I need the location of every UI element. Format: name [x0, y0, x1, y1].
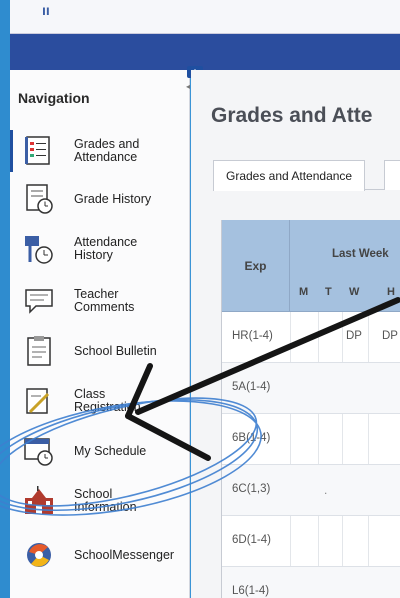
sidebar-item-attendance-history[interactable]: Attendance History — [10, 222, 190, 276]
attendance-history-icon — [22, 232, 56, 266]
column-header-day: T — [325, 286, 332, 298]
schedule-icon — [22, 434, 56, 468]
chevron-left-icon: ◂ — [186, 82, 191, 91]
nav-title: Navigation — [18, 90, 90, 106]
row-exp: 6D(1-4) — [232, 534, 271, 546]
sidebar: Navigation Grades and Attendance Grade H… — [10, 70, 190, 598]
table-row[interactable]: 5A(1-4) — [222, 363, 400, 414]
tab-next[interactable] — [384, 160, 400, 190]
school-icon — [22, 484, 56, 518]
table-row[interactable]: 6C(1,3) . — [222, 465, 400, 516]
table-row[interactable]: 6D(1-4) — [222, 516, 400, 567]
comments-icon — [22, 284, 56, 318]
page-title: Grades and Atte — [211, 104, 373, 127]
column-header-last-week: Last Week — [332, 248, 389, 260]
sidebar-item-label: Grades and Attendance — [74, 137, 140, 164]
top-bar-glyph: ıı — [42, 2, 50, 18]
sidebar-item-schoolmessenger[interactable]: SchoolMessenger — [10, 528, 190, 582]
sidebar-item-label: My Schedule — [74, 443, 147, 458]
row-exp: HR(1-4) — [232, 330, 273, 342]
column-header-day: H — [387, 286, 395, 298]
column-header-day: W — [349, 286, 360, 298]
sidebar-item-school-information[interactable]: School Information — [10, 474, 190, 528]
bulletin-icon — [22, 334, 56, 368]
sidebar-item-class-registration[interactable]: Class Registration — [10, 374, 190, 428]
sidebar-item-label: School Bulletin — [74, 343, 157, 358]
table-header: Exp Last Week M T W H — [222, 220, 400, 312]
row-exp: 6C(1,3) — [232, 483, 271, 495]
attendance-code: DP — [382, 330, 398, 342]
tab-grades-and-attendance[interactable]: Grades and Attendance — [213, 160, 366, 191]
sidebar-item-my-schedule[interactable]: My Schedule — [10, 424, 190, 478]
attendance-code: DP — [346, 330, 362, 342]
table-row[interactable]: L6(1-4) — [222, 567, 400, 598]
sidebar-item-label: Attendance History — [74, 235, 138, 262]
table-row[interactable]: 6B(1-4) — [222, 414, 400, 465]
tab-bar: Grades and Attendance — [213, 160, 400, 191]
attendance-mark: . — [324, 483, 328, 497]
sidebar-item-label: Teacher Comments — [74, 287, 135, 314]
sidebar-item-grade-history[interactable]: Grade History — [10, 172, 190, 226]
sidebar-item-label: Grade History — [74, 191, 152, 206]
row-exp: 5A(1-4) — [232, 381, 271, 393]
registration-icon — [22, 384, 56, 418]
main-content: Grades and Atte Grades and Attendance Ex… — [191, 70, 400, 598]
grades-table: Exp Last Week M T W H HR(1-4) DP DP 5A(1… — [221, 220, 400, 598]
grade-history-icon — [22, 182, 56, 216]
sidebar-item-school-bulletin[interactable]: School Bulletin — [10, 324, 190, 378]
header-bar — [10, 34, 400, 70]
column-header-day: M — [299, 286, 309, 298]
table-row[interactable]: HR(1-4) DP DP — [222, 312, 400, 363]
column-header-exp: Exp — [222, 220, 290, 312]
sidebar-item-label: SchoolMessenger — [74, 547, 175, 562]
row-exp: L6(1-4) — [232, 585, 270, 597]
sidebar-item-grades-and-attendance[interactable]: Grades and Attendance — [10, 124, 190, 178]
messenger-icon — [22, 538, 56, 572]
top-bar: ıı — [10, 0, 400, 34]
sidebar-item-label: School Information — [74, 487, 137, 514]
gradebook-icon — [22, 134, 56, 168]
row-exp: 6B(1-4) — [232, 432, 271, 444]
sidebar-item-label: Class Registration — [74, 387, 141, 414]
sidebar-item-teacher-comments[interactable]: Teacher Comments — [10, 274, 190, 328]
